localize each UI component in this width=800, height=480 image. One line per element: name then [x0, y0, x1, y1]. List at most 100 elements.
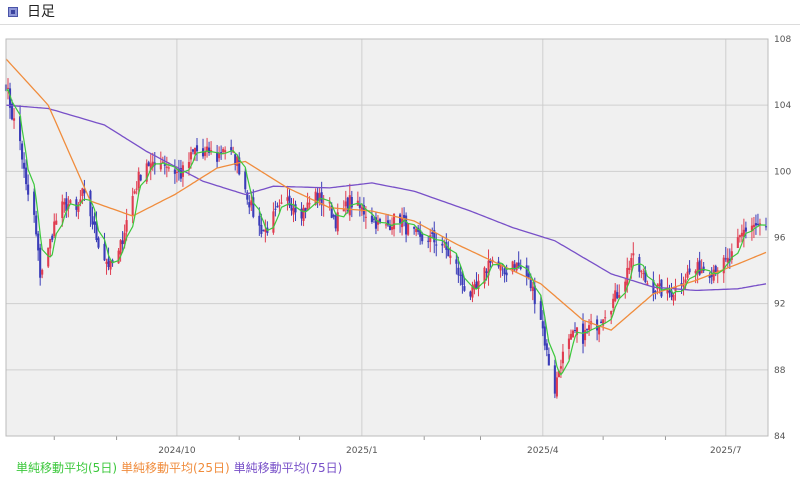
- candle-body: [286, 197, 289, 201]
- candle-body: [559, 366, 562, 369]
- candle-body: [684, 279, 687, 283]
- candle-body: [569, 333, 573, 340]
- candle-body: [628, 267, 631, 271]
- y-tick-label: 96: [774, 234, 786, 244]
- candle-body: [744, 227, 747, 232]
- candle-body: [585, 329, 589, 331]
- candle-body: [640, 271, 643, 273]
- candle-body: [612, 298, 615, 308]
- candle-body: [654, 290, 657, 293]
- candle-body: [545, 343, 548, 350]
- candle-body: [702, 266, 705, 271]
- candle-body: [264, 229, 267, 233]
- candle-body: [109, 260, 112, 270]
- legend: 単純移動平均(5日) 単純移動平均(25日) 単純移動平均(75日): [16, 460, 346, 476]
- y-tick-label: 88: [774, 366, 786, 376]
- y-tick-label: 104: [774, 101, 791, 111]
- candle-body: [415, 229, 418, 232]
- candle-body: [525, 265, 528, 278]
- candle-body: [61, 201, 64, 219]
- candle-body: [125, 220, 128, 232]
- candle-body: [175, 171, 178, 173]
- candle-body: [630, 257, 633, 268]
- candle-body: [93, 221, 96, 225]
- candle-body: [344, 201, 347, 207]
- candle-body: [131, 196, 134, 217]
- candle-body: [133, 191, 136, 194]
- candle-body: [278, 205, 281, 207]
- candle-body: [505, 272, 508, 276]
- candle-body: [407, 223, 410, 235]
- x-tick-label: 2025/4: [527, 446, 559, 456]
- candle-body: [224, 150, 227, 153]
- candle-body: [421, 233, 424, 242]
- candle-body: [413, 226, 416, 229]
- candle-body: [435, 244, 438, 246]
- candle-body: [427, 240, 430, 242]
- candle-body: [668, 290, 671, 293]
- candle-body: [121, 240, 124, 245]
- candle-body: [626, 267, 629, 286]
- candle-body: [740, 232, 743, 237]
- candle-body: [280, 202, 283, 204]
- candle-body: [724, 258, 727, 260]
- candle-body: [75, 199, 78, 210]
- candle-body: [37, 233, 40, 251]
- y-tick-label: 108: [774, 35, 791, 45]
- candle-body: [135, 188, 138, 190]
- candle-body: [105, 261, 108, 264]
- candle-body: [547, 353, 550, 366]
- candle-body: [756, 223, 760, 225]
- candle-body: [47, 247, 50, 267]
- y-tick-label: 84: [774, 432, 786, 442]
- x-tick-label: 2025/1: [346, 446, 378, 456]
- candle-body: [91, 216, 94, 225]
- candle-body: [567, 338, 571, 349]
- candle-body: [173, 169, 176, 174]
- candle-body: [752, 224, 755, 228]
- candle-body: [672, 294, 675, 301]
- candle-body: [469, 291, 472, 297]
- candle-body: [539, 301, 542, 320]
- candle-body: [457, 267, 460, 276]
- candle-body: [222, 149, 225, 153]
- candle-body: [292, 208, 295, 215]
- y-tick-label: 92: [774, 300, 785, 310]
- candle-body: [588, 325, 591, 330]
- candle-body: [49, 238, 52, 249]
- candle-body: [193, 147, 197, 155]
- candle-body: [55, 220, 58, 225]
- candle-body: [600, 321, 603, 324]
- candle-body: [754, 223, 757, 226]
- candle-body: [147, 162, 150, 166]
- candle-body: [531, 286, 534, 291]
- candle-body: [459, 274, 462, 276]
- candle-body: [604, 317, 607, 319]
- candle-body: [519, 266, 522, 269]
- x-tick-label: 2024/10: [158, 446, 196, 456]
- candle-body: [33, 191, 36, 215]
- candle-body: [764, 226, 768, 228]
- candle-body: [553, 365, 556, 394]
- candle-body: [610, 310, 613, 315]
- candle-body: [12, 118, 16, 121]
- candle-body: [260, 224, 263, 234]
- legend-sma25: 単純移動平均(25日): [121, 461, 230, 475]
- candle-body: [712, 269, 715, 281]
- candle-body: [543, 326, 546, 346]
- candle-body: [191, 149, 195, 152]
- candle-body: [302, 207, 305, 221]
- candle-body: [51, 235, 54, 240]
- candle-body: [230, 147, 233, 151]
- candle-body: [475, 281, 478, 289]
- candle-body: [107, 258, 110, 268]
- candle-body: [388, 225, 392, 231]
- candle-body: [262, 229, 265, 231]
- candle-body: [97, 238, 100, 248]
- candle-body: [722, 257, 725, 274]
- candle-body: [35, 215, 38, 235]
- candle-body: [163, 164, 166, 166]
- candle-body: [642, 273, 645, 275]
- candle-body: [250, 200, 253, 206]
- candle-body: [248, 202, 251, 208]
